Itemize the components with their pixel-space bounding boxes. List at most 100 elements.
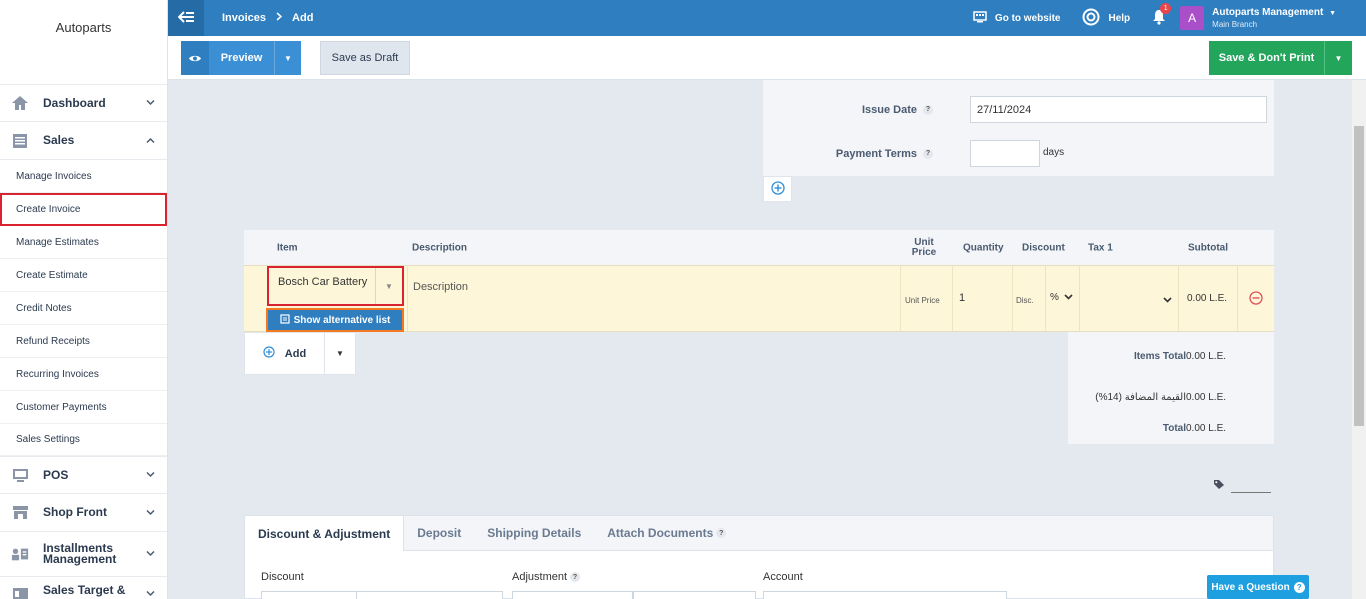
go-to-website-link[interactable]: Go to website bbox=[973, 10, 1061, 26]
page-scrollbar[interactable] bbox=[1352, 80, 1366, 599]
unit-price-input[interactable]: Unit Price bbox=[905, 296, 940, 305]
caret-down-icon[interactable]: ▼ bbox=[325, 333, 355, 374]
discount-type-value: % bbox=[1050, 292, 1059, 303]
sidebar-item-shop-front[interactable]: Shop Front bbox=[0, 494, 167, 532]
sidebar-subitem-sales-settings[interactable]: Sales Settings bbox=[0, 424, 167, 456]
vat-value: 0.00 L.E. bbox=[1186, 392, 1227, 403]
sidebar-item-installments[interactable]: Installments Management bbox=[0, 532, 167, 577]
breadcrumb-add: Add bbox=[292, 12, 314, 24]
sidebar-item-label: Shop Front bbox=[43, 505, 107, 519]
sidebar-subitem-create-estimate[interactable]: Create Estimate bbox=[0, 259, 167, 292]
header-description: Description bbox=[412, 242, 468, 253]
save-draft-button[interactable]: Save as Draft bbox=[320, 41, 410, 75]
cell-divider bbox=[900, 266, 901, 331]
scrollbar-thumb[interactable] bbox=[1354, 126, 1364, 426]
table-row: Bosch Car Battery ▼ Show alternative lis… bbox=[244, 265, 1274, 332]
account-branch: Main Branch bbox=[1212, 20, 1258, 29]
sidebar-subitem-recurring-invoices[interactable]: Recurring Invoices bbox=[0, 358, 167, 391]
arrow-left-icon bbox=[177, 10, 195, 26]
plus-circle-icon bbox=[770, 180, 785, 198]
chevron-down-icon bbox=[146, 507, 155, 518]
brand-name[interactable]: Autoparts bbox=[0, 0, 167, 84]
discount-field-label: Discount bbox=[261, 571, 304, 583]
sidebar: Autoparts Dashboard Sales Manage Invoice… bbox=[0, 0, 168, 599]
discount-value-input[interactable] bbox=[261, 591, 357, 599]
add-item-button[interactable]: Add bbox=[245, 333, 325, 374]
add-row-group: Add ▼ bbox=[244, 332, 356, 375]
home-icon bbox=[11, 95, 29, 111]
chevron-down-icon bbox=[1064, 292, 1073, 303]
header-discount: Discount bbox=[1022, 242, 1065, 253]
show-alternative-list-button[interactable]: Show alternative list bbox=[266, 308, 404, 332]
chevron-down-icon bbox=[146, 470, 155, 481]
help-icon[interactable]: ? bbox=[923, 104, 933, 115]
save-dont-print-button[interactable]: Save & Don't Print ▼ bbox=[1209, 41, 1352, 75]
sidebar-item-label: Dashboard bbox=[43, 95, 106, 110]
preview-button[interactable]: Preview ▼ bbox=[181, 41, 301, 75]
chevron-up-icon bbox=[146, 135, 155, 146]
sidebar-item-sales[interactable]: Sales bbox=[0, 122, 167, 160]
question-icon: ? bbox=[1293, 581, 1305, 593]
adjustment-field-label: Adjustment ? bbox=[512, 571, 581, 583]
notifications-button[interactable]: 1 bbox=[1152, 2, 1172, 28]
adjustment-field-label-text: Adjustment bbox=[512, 571, 568, 583]
discount-input[interactable]: Disc. bbox=[1016, 296, 1034, 305]
show-alternative-list-label: Show alternative list bbox=[293, 314, 391, 326]
tags-input[interactable] bbox=[1231, 479, 1271, 493]
header-unit-price: Unit Price bbox=[911, 236, 937, 258]
tags-field[interactable] bbox=[1213, 479, 1271, 493]
sidebar-subitem-credit-notes[interactable]: Credit Notes bbox=[0, 292, 167, 325]
breadcrumb-invoices[interactable]: Invoices bbox=[222, 12, 266, 24]
installments-icon bbox=[11, 546, 29, 562]
sidebar-item-sales-target[interactable]: Sales Target & bbox=[0, 577, 167, 599]
payment-terms-input[interactable] bbox=[970, 140, 1040, 167]
bell-icon bbox=[1152, 9, 1166, 28]
monitor-icon bbox=[11, 467, 29, 483]
caret-down-icon[interactable]: ▼ bbox=[1324, 41, 1352, 75]
sidebar-toggle-button[interactable] bbox=[168, 0, 204, 36]
caret-down-icon[interactable]: ▼ bbox=[274, 41, 301, 75]
issue-date-label: Issue Date ? bbox=[763, 104, 943, 116]
caret-down-icon[interactable]: ▼ bbox=[375, 268, 402, 304]
vat-label: القيمة المضافة (14%) bbox=[1095, 392, 1186, 403]
sidebar-item-pos[interactable]: POS bbox=[0, 456, 167, 494]
item-select[interactable]: Bosch Car Battery ▼ bbox=[267, 266, 404, 306]
sidebar-subitem-customer-payments[interactable]: Customer Payments bbox=[0, 391, 167, 424]
sidebar-subitem-manage-estimates[interactable]: Manage Estimates bbox=[0, 226, 167, 259]
row-subtotal: 0.00 L.E. bbox=[1187, 293, 1228, 304]
tax-select[interactable] bbox=[1163, 294, 1172, 306]
issue-date-input[interactable]: 27/11/2024 bbox=[970, 96, 1267, 123]
quantity-input[interactable]: 1 bbox=[959, 292, 965, 304]
sidebar-subitem-create-invoice[interactable]: Create Invoice bbox=[0, 193, 167, 226]
description-input[interactable]: Description bbox=[413, 281, 468, 293]
tab-attach-documents[interactable]: Attach Documents ? bbox=[594, 516, 739, 550]
tab-shipping-details[interactable]: Shipping Details bbox=[474, 516, 594, 550]
payment-terms-label: Payment Terms ? bbox=[763, 148, 943, 160]
help-icon[interactable]: ? bbox=[570, 572, 581, 582]
adjustment-label-input[interactable] bbox=[512, 591, 633, 599]
tab-attach-documents-label: Attach Documents bbox=[607, 526, 714, 540]
tab-deposit[interactable]: Deposit bbox=[404, 516, 474, 550]
help-icon[interactable]: ? bbox=[716, 528, 727, 538]
remove-row-icon[interactable] bbox=[1249, 291, 1263, 308]
help-label: Help bbox=[1108, 12, 1131, 24]
account-menu[interactable]: A Autoparts Management ▼ Main Branch bbox=[1180, 6, 1336, 30]
have-a-question-label: Have a Question bbox=[1211, 581, 1290, 593]
avatar: A bbox=[1180, 6, 1205, 30]
add-custom-field-button[interactable] bbox=[763, 176, 792, 202]
discount-type-input[interactable] bbox=[356, 591, 503, 599]
action-bar: Preview ▼ Save as Draft Save & Don't Pri… bbox=[168, 36, 1366, 80]
sidebar-subitem-manage-invoices[interactable]: Manage Invoices bbox=[0, 160, 167, 193]
tab-discount-adjustment[interactable]: Discount & Adjustment bbox=[245, 516, 405, 551]
sidebar-subitem-refund-receipts[interactable]: Refund Receipts bbox=[0, 325, 167, 358]
account-select[interactable] bbox=[763, 591, 1007, 599]
preview-label: Preview bbox=[220, 52, 263, 64]
adjustment-value-input[interactable] bbox=[633, 591, 756, 599]
discount-type-select[interactable]: % bbox=[1050, 292, 1073, 303]
go-to-website-label: Go to website bbox=[994, 12, 1061, 24]
help-link[interactable]: Help bbox=[1082, 8, 1130, 29]
tabs-panel: Discount & Adjustment Deposit Shipping D… bbox=[244, 515, 1274, 599]
sidebar-item-dashboard[interactable]: Dashboard bbox=[0, 84, 167, 122]
have-a-question-button[interactable]: Have a Question ? bbox=[1207, 575, 1309, 599]
help-icon[interactable]: ? bbox=[923, 148, 933, 159]
